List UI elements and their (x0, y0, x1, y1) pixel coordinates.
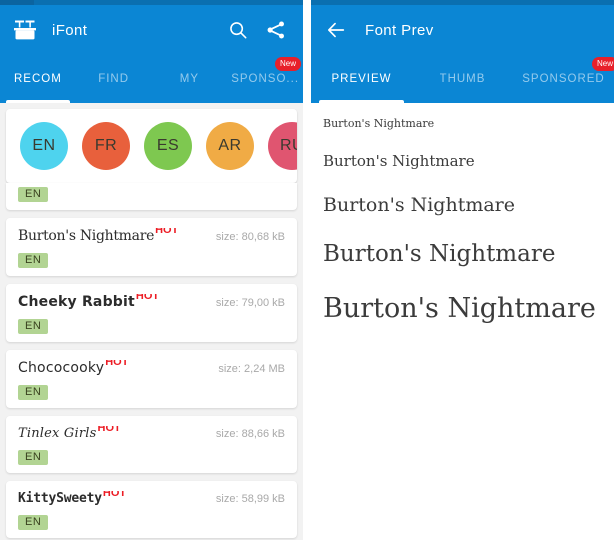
tab-my[interactable]: MY (152, 55, 228, 103)
language-chip-fr-label: FR (94, 137, 118, 154)
font-size-label: size: 88,66 kB (215, 428, 285, 440)
new-badge: New (591, 57, 614, 71)
font-size-label: size: 58,99 kB (215, 493, 285, 505)
tab-sponsored[interactable]: SPONSO... New (227, 55, 303, 103)
preview-line: Burton's Nightmare (323, 152, 475, 170)
preview-line: Burton's Nightmare (323, 293, 596, 324)
language-chip-en-label: EN (32, 137, 56, 154)
font-name: Tinlex Girls (18, 426, 97, 441)
font-name-group: Burton's Nightmare HOT (18, 228, 178, 244)
tab-sponsored-label: SPONSORED (522, 73, 605, 85)
lang-badge: EN (18, 450, 49, 465)
hot-tag: HOT (155, 228, 179, 236)
lang-badge: EN (18, 253, 49, 268)
new-badge: New (274, 57, 301, 71)
list-item-header: KittySweety HOT size: 58,99 kB (18, 491, 285, 506)
language-chip-en[interactable]: EN (20, 122, 68, 170)
tab-thumb[interactable]: THUMB (412, 55, 513, 103)
language-chip-es[interactable]: ES (144, 122, 192, 170)
tab-preview[interactable]: PREVIEW (311, 55, 412, 103)
panel-divider (303, 0, 311, 540)
font-name: Cheeky Rabbit (18, 294, 135, 310)
list-item[interactable]: KittySweety HOT size: 58,99 kB EN (6, 481, 297, 538)
font-name: Burton's Nightmare (18, 228, 155, 244)
language-chip-es-label: ES (156, 137, 180, 154)
tab-thumb-label: THUMB (439, 73, 486, 85)
list-item[interactable]: Chococooky HOT size: 2,24 MB EN (6, 350, 297, 408)
app-bar-right: Font Prev (311, 5, 614, 55)
font-size-label: size: 79,00 kB (215, 297, 285, 309)
preview-line: Burton's Nightmare (323, 241, 556, 267)
page-title: Font Prev (365, 21, 434, 39)
lang-badge: EN (18, 385, 49, 400)
app-screenshot: iFont RECOM FIND MY SPONSO... New EN FR … (0, 0, 614, 540)
list-item-header: Chococooky HOT size: 2,24 MB (18, 360, 285, 376)
list-item-partial[interactable]: EN (6, 183, 297, 210)
tab-find[interactable]: FIND (76, 55, 152, 103)
font-name-group: Tinlex Girls HOT (18, 426, 121, 441)
tab-bar-right: PREVIEW THUMB SPONSORED New (311, 55, 614, 103)
ifont-logo-icon (10, 15, 40, 45)
list-item[interactable]: Tinlex Girls HOT size: 88,66 kB EN (6, 416, 297, 473)
font-preview-panel: Font Prev PREVIEW THUMB SPONSORED New Bu… (311, 0, 614, 540)
font-size-label: size: 2,24 MB (218, 363, 285, 375)
back-arrow-icon[interactable] (321, 15, 351, 45)
list-item-header: Cheeky Rabbit HOT size: 79,00 kB (18, 294, 285, 310)
app-title: iFont (52, 21, 88, 39)
font-size-label: size: 80,68 kB (215, 231, 285, 243)
tab-find-label: FIND (98, 73, 130, 85)
preview-line: Burton's Nightmare (323, 117, 435, 130)
font-preview-list: Burton's Nightmare Burton's Nightmare Bu… (311, 103, 614, 324)
language-chip-ar[interactable]: AR (206, 122, 254, 170)
font-name: KittySweety (18, 491, 102, 506)
preview-line: Burton's Nightmare (323, 194, 516, 216)
list-item[interactable]: Cheeky Rabbit HOT size: 79,00 kB EN (6, 284, 297, 342)
tab-sponsored[interactable]: SPONSORED New (513, 55, 614, 103)
lang-badge: EN (18, 187, 49, 202)
tab-recom[interactable]: RECOM (0, 55, 76, 103)
hot-tag: HOT (97, 426, 121, 434)
language-chip-fr[interactable]: FR (82, 122, 130, 170)
lang-badge: EN (18, 319, 49, 334)
font-name: Chococooky (18, 360, 105, 376)
language-chip-ru-label: RU (279, 137, 297, 154)
share-icon[interactable] (259, 13, 293, 47)
font-list[interactable]: EN Burton's Nightmare HOT size: 80,68 kB… (0, 183, 303, 538)
ifont-home-panel: iFont RECOM FIND MY SPONSO... New EN FR … (0, 0, 303, 540)
hot-tag: HOT (102, 491, 127, 499)
tab-recom-label: RECOM (13, 73, 62, 85)
language-chip-ru[interactable]: RU (268, 122, 297, 170)
language-chips-row: EN FR ES AR RU (6, 109, 297, 183)
hot-tag: HOT (135, 294, 160, 302)
list-item-header: Burton's Nightmare HOT size: 80,68 kB (18, 228, 285, 244)
language-chip-ar-label: AR (218, 137, 242, 154)
tab-preview-label: PREVIEW (331, 73, 392, 85)
list-item-header: Tinlex Girls HOT size: 88,66 kB (18, 426, 285, 441)
app-bar-left: iFont (0, 5, 303, 55)
lang-badge: EN (18, 515, 49, 530)
tab-bar-left: RECOM FIND MY SPONSO... New (0, 55, 303, 103)
font-name-group: Chococooky HOT (18, 360, 128, 376)
search-icon[interactable] (221, 13, 255, 47)
tab-sponsored-label: SPONSO... (231, 73, 300, 85)
hot-tag: HOT (105, 360, 129, 368)
font-name-group: Cheeky Rabbit HOT (18, 294, 159, 310)
list-item[interactable]: Burton's Nightmare HOT size: 80,68 kB EN (6, 218, 297, 276)
tab-my-label: MY (179, 73, 199, 85)
font-name-group: KittySweety HOT (18, 491, 126, 506)
